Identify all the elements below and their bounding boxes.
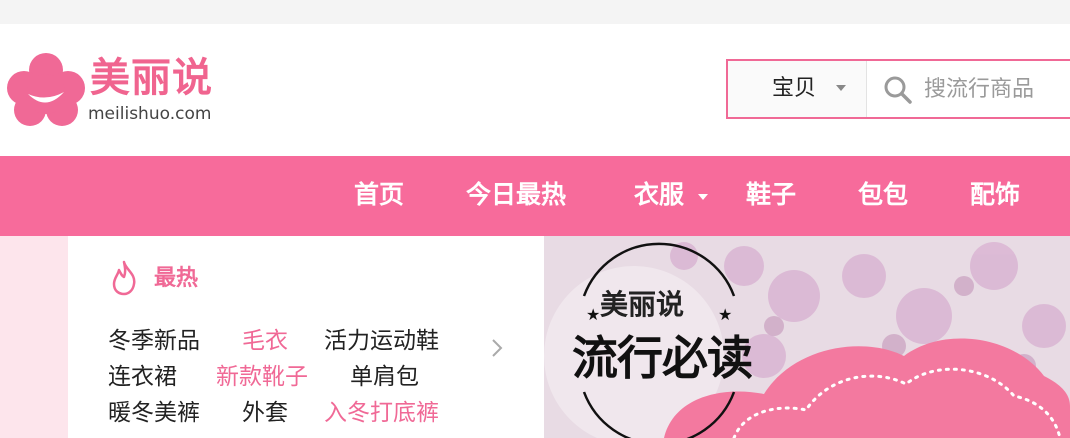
header: 美丽说 meilishuo.com 宝贝 [0,24,1070,156]
keyword-link[interactable]: 新款靴子 [216,362,308,392]
left-strip [0,236,68,438]
nav-item-clothing[interactable]: 衣服 [634,178,684,212]
keyword-link[interactable]: 暖冬美裤 [108,398,200,428]
search-icon[interactable] [882,74,914,106]
chevron-down-icon [698,194,708,200]
svg-text:★: ★ [586,305,600,324]
flower-logo-icon [7,53,85,126]
logo[interactable]: 美丽说 meilishuo.com [6,52,226,128]
svg-text:★: ★ [718,305,732,324]
keyword-link[interactable]: 连衣裙 [108,362,177,392]
hot-category-panel: 最热 冬季新品 毛衣 活力运动鞋 连衣裙 新款靴子 单肩包 暖冬美裤 外套 入冬… [68,236,544,438]
main-nav: 首页 今日最热 衣服 鞋子 包包 配饰 [0,156,1070,236]
keyword-link[interactable]: 入冬打底裤 [324,398,439,428]
nav-item-today-hot[interactable]: 今日最热 [466,178,566,212]
search-box: 宝贝 [726,59,1070,119]
keyword-link[interactable]: 活力运动鞋 [324,326,439,356]
keyword-link[interactable]: 外套 [242,398,288,428]
nav-item-bags[interactable]: 包包 [858,178,908,212]
promo-banner[interactable]: ★ ★ 美丽说 流行必读 [544,236,1070,438]
keyword-link[interactable]: 毛衣 [242,326,288,356]
flame-icon [112,260,136,296]
search-type-label: 宝贝 [772,76,817,101]
search-input[interactable] [924,69,1070,109]
nav-item-accessories[interactable]: 配饰 [970,178,1020,212]
keyword-link[interactable]: 冬季新品 [108,326,200,356]
top-bar [0,0,1070,24]
logo-domain: meilishuo.com [88,104,212,124]
banner-slogan: 流行必读 [572,331,753,385]
chevron-right-icon[interactable] [488,334,506,362]
search-type-dropdown[interactable]: 宝贝 [728,61,867,117]
keyword-link[interactable]: 单肩包 [350,362,419,392]
hot-title: 最热 [154,266,199,291]
banner-brand: 美丽说 [600,288,685,321]
chevron-down-icon [836,85,846,91]
nav-item-home[interactable]: 首页 [354,178,404,212]
nav-item-shoes[interactable]: 鞋子 [746,178,796,212]
logo-name: 美丽说 [90,55,213,101]
